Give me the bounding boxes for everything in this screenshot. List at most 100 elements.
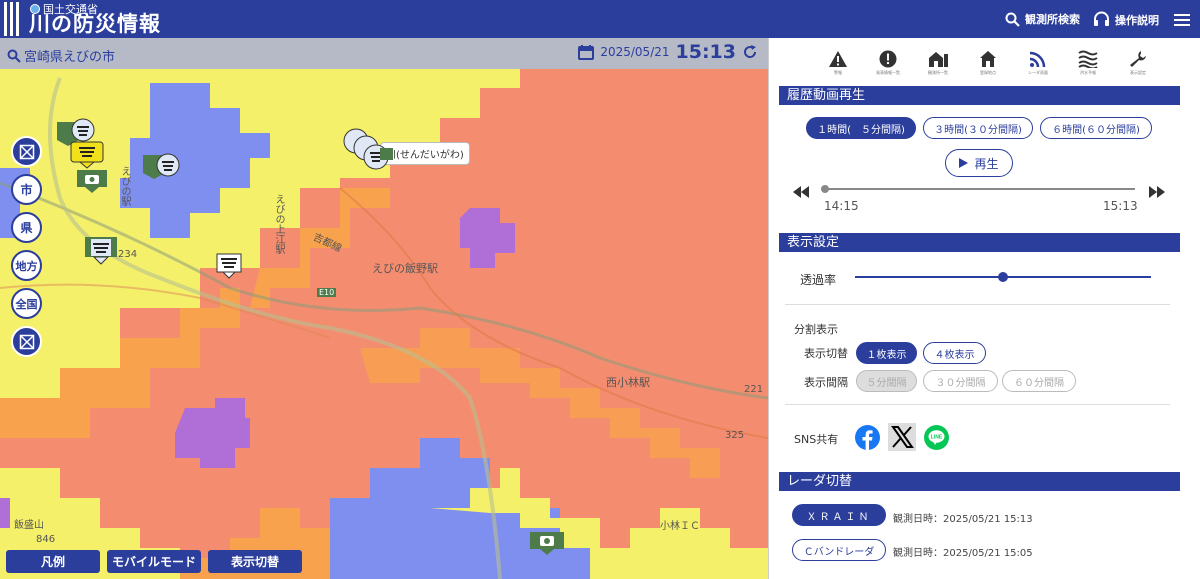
search-icon <box>1005 12 1020 27</box>
water-level-marker[interactable] <box>85 237 117 265</box>
tool-icon-bar: 警報 発表情報一覧 観測所一覧 登録地点 レーダ雨量 洪水予報 表示設定 <box>813 50 1163 76</box>
mobile-mode-button[interactable]: モバイルモード <box>107 550 201 573</box>
legend-button[interactable]: 凡例 <box>6 550 100 573</box>
wrench-icon <box>1130 51 1146 67</box>
refresh-icon[interactable] <box>742 44 758 60</box>
tool-flood-forecast[interactable]: 洪水予報 <box>1063 50 1113 76</box>
radar-overlay <box>0 38 768 579</box>
map-layer-toggle-bottom[interactable] <box>11 326 42 357</box>
water-level-marker[interactable] <box>143 152 183 180</box>
help-button[interactable]: 操作説明 <box>1093 11 1159 28</box>
calendar-icon[interactable] <box>578 44 595 60</box>
tool-registered-points[interactable]: 登録地点 <box>963 50 1013 76</box>
scale-prefecture-button[interactable]: 県 <box>11 212 42 243</box>
label-elevation-325: 325 <box>725 430 745 441</box>
opacity-slider-thumb[interactable] <box>998 272 1008 282</box>
label-ebino-kamie-station: えびの上江駅 <box>273 194 284 254</box>
label-e10: E10 <box>317 288 337 297</box>
single-view-button[interactable]: １枚表示 <box>856 342 917 364</box>
radar-icon <box>1029 51 1046 68</box>
datetime-display: 2025/05/21 15:13 <box>578 41 758 63</box>
label-ebino-iino-station: えびの飯野駅 <box>372 262 438 275</box>
search-icon <box>7 49 21 63</box>
interval-3h-button[interactable]: ３時間(３０分間隔) <box>923 117 1033 139</box>
interval-1h-button[interactable]: １時間( ５分間隔) <box>806 117 916 139</box>
history-section-title: 履歴動画再生 <box>779 86 1180 105</box>
water-icon <box>1078 50 1098 68</box>
hamburger-menu-icon[interactable] <box>1174 14 1190 26</box>
opacity-slider-track[interactable] <box>855 272 1151 282</box>
river-tooltip: 川(せんだいがわ) <box>380 142 470 165</box>
interval-5min-button[interactable]: ５分間隔 <box>856 370 917 392</box>
rewind-icon[interactable] <box>793 186 809 198</box>
water-level-marker-cluster[interactable] <box>343 128 393 174</box>
observation-date: 2025/05/21 <box>600 45 670 59</box>
play-icon <box>959 158 969 168</box>
label-route-234: 234 <box>118 249 138 260</box>
line-icon[interactable]: LINE <box>924 425 949 450</box>
scale-city-button[interactable]: 市 <box>11 174 42 205</box>
house-list-icon <box>929 52 948 67</box>
map-frame-icon <box>19 334 34 349</box>
radar-map[interactable]: 宮崎県えびの市 2025/05/21 15:13 市 県 地方 全国 えびの駅 … <box>0 38 768 579</box>
label-elevation-846: 846 <box>36 534 56 545</box>
tool-announcements[interactable]: 発表情報一覧 <box>863 50 913 76</box>
display-switch-label: 表示切替 <box>804 347 848 360</box>
history-timeline-track[interactable] <box>821 185 1135 193</box>
label-ebino-station: えびの駅 <box>119 166 130 206</box>
display-interval-label: 表示間隔 <box>804 376 848 389</box>
quad-view-button[interactable]: ４枚表示 <box>923 342 986 364</box>
divider <box>785 304 1170 305</box>
display-section-title: 表示設定 <box>779 233 1180 252</box>
water-level-marker[interactable] <box>216 253 242 279</box>
interval-30min-button[interactable]: ３０分間隔 <box>923 370 998 392</box>
history-start-time: 14:15 <box>824 199 859 213</box>
headset-icon <box>1094 11 1109 26</box>
x-twitter-icon[interactable] <box>888 423 916 451</box>
tool-station-list[interactable]: 観測所一覧 <box>913 50 963 76</box>
scale-region-button[interactable]: 地方 <box>11 250 42 281</box>
info-icon <box>879 50 897 68</box>
label-hanmori-mountain: 飯盛山 <box>14 520 44 531</box>
map-layer-toggle-top[interactable] <box>11 136 42 167</box>
site-title[interactable]: 川の防災情報 <box>29 11 161 37</box>
camera-marker[interactable] <box>530 532 564 556</box>
xrain-button[interactable]: ＸＲＡＩＮ <box>792 504 886 526</box>
history-timeline-thumb[interactable] <box>821 185 829 193</box>
xrain-observed-time: 観測日時：2025/05/21 15:13 <box>893 514 1033 525</box>
sns-share-label: SNS共有 <box>794 433 839 446</box>
observation-time: 15:13 <box>675 41 736 63</box>
radar-section-title: レーダ切替 <box>779 472 1180 491</box>
tool-warning[interactable]: 警報 <box>813 50 863 76</box>
label-route-221: 221 <box>744 384 764 395</box>
opacity-label: 透過率 <box>800 273 837 287</box>
history-end-time: 15:13 <box>1103 199 1138 213</box>
facebook-icon[interactable] <box>855 425 880 450</box>
label-kobayashi-ic: 小林ＩＣ <box>660 521 700 532</box>
station-search-button[interactable]: 観測所検索 <box>1005 11 1080 27</box>
interval-6h-button[interactable]: ６時間(６０分間隔) <box>1040 117 1152 139</box>
display-toggle-button[interactable]: 表示切替 <box>208 550 302 573</box>
app-header: 国土交通省 川の防災情報 観測所検索 操作説明 <box>0 0 1200 38</box>
label-nishikobayashi-station: 西小林駅 <box>606 376 650 389</box>
svg-text:LINE: LINE <box>931 435 943 441</box>
interval-60min-button[interactable]: ６０分間隔 <box>1002 370 1076 392</box>
c-band-observed-time: 観測日時：2025/05/21 15:05 <box>893 548 1033 559</box>
location-display[interactable]: 宮崎県えびの市 <box>7 46 115 65</box>
c-band-radar-button[interactable]: Ｃバンドレーダ <box>792 539 886 561</box>
tool-settings[interactable]: 表示設定 <box>1113 50 1163 76</box>
map-info-bar: 宮崎県えびの市 2025/05/21 15:13 <box>0 38 768 69</box>
fast-forward-icon[interactable] <box>1149 186 1165 198</box>
play-button[interactable]: 再生 <box>945 149 1013 177</box>
scale-nation-button[interactable]: 全国 <box>11 288 42 319</box>
divider <box>785 404 1170 405</box>
warning-icon <box>829 51 847 67</box>
location-name: 宮崎県えびの市 <box>24 50 116 65</box>
split-display-label: 分割表示 <box>794 323 838 336</box>
tool-radar-rain[interactable]: レーダ雨量 <box>1013 50 1063 76</box>
camera-marker[interactable] <box>77 170 107 194</box>
map-frame-icon <box>19 144 34 159</box>
control-panel: 警報 発表情報一覧 観測所一覧 登録地点 レーダ雨量 洪水予報 表示設定 履歴動… <box>768 38 1200 579</box>
home-icon <box>980 51 996 67</box>
water-level-alert-marker[interactable] <box>70 141 104 169</box>
